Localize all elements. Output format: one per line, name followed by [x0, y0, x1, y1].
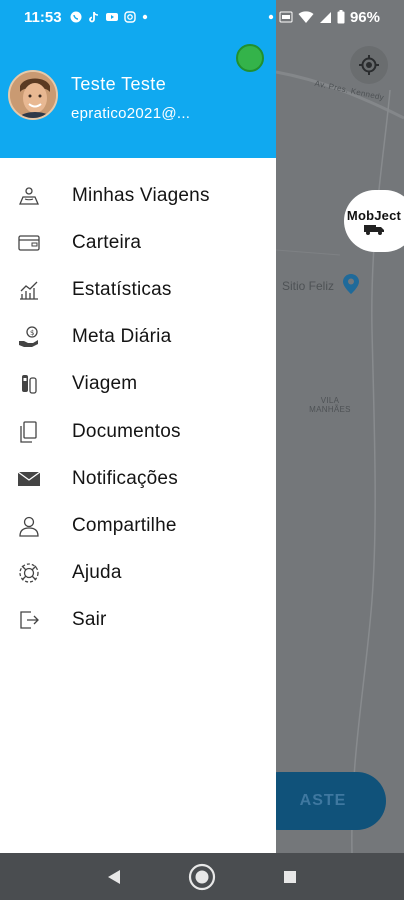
- locate-button[interactable]: [350, 46, 388, 84]
- menu-item-label: Estatísticas: [72, 278, 172, 300]
- stats-chart-icon: [16, 277, 42, 303]
- wallet-icon: [16, 230, 42, 256]
- battery-icon: [337, 10, 345, 24]
- menu-item-label: Sair: [72, 609, 107, 631]
- home-button[interactable]: [187, 862, 217, 892]
- help-icon: [16, 560, 42, 586]
- dot-icon: [142, 14, 147, 20]
- tiktok-icon: [88, 11, 98, 23]
- menu-item-label: Compartilhe: [72, 514, 177, 536]
- menu-item-documentos[interactable]: Documentos: [0, 408, 276, 455]
- menu-item-meta-diaria[interactable]: $ Meta Diária: [0, 314, 276, 361]
- truck-icon: [364, 224, 384, 235]
- menu-item-viagem[interactable]: Viagem: [0, 361, 276, 408]
- menu-item-carteira[interactable]: Carteira: [0, 219, 276, 266]
- menu-item-compartilhe[interactable]: Compartilhe: [0, 502, 276, 549]
- vehicles-icon: [16, 371, 42, 397]
- menu-item-notificacoes[interactable]: Notificações: [0, 455, 276, 502]
- navigation-drawer: Teste Teste epratico2021@... Minhas Viag…: [0, 0, 276, 853]
- menu-item-label: Ajuda: [72, 562, 122, 584]
- recents-square-icon: [284, 870, 296, 883]
- volte-icon: [279, 11, 293, 23]
- user-email: epratico2021@...: [71, 105, 191, 122]
- menu-item-sair[interactable]: Sair: [0, 597, 276, 644]
- signal-icon: [319, 11, 331, 23]
- notification-icons: [70, 11, 148, 23]
- dot-icon: [268, 14, 274, 20]
- map-area-label: VILA MANHÃES: [309, 396, 351, 414]
- start-button-label: ASTE: [299, 792, 347, 809]
- map-pin-user-icon: [16, 183, 42, 209]
- instagram-icon: [123, 11, 136, 23]
- back-triangle-icon: [108, 869, 120, 884]
- mobject-badge-text: MobJect: [346, 207, 402, 223]
- online-status-indicator[interactable]: [236, 44, 264, 72]
- mobject-badge[interactable]: MobJect: [344, 190, 404, 252]
- drawer-menu: Minhas Viagens Carteira Estatísticas $ M…: [0, 158, 276, 644]
- status-bar: 11:53: [0, 0, 276, 34]
- map-place-pin-icon: [343, 274, 359, 299]
- youtube-icon: [105, 13, 118, 21]
- person-icon: [16, 513, 42, 539]
- back-button[interactable]: [99, 862, 129, 892]
- whatsapp-icon: [70, 11, 82, 23]
- battery-percent: 96%: [349, 8, 380, 26]
- menu-item-label: Carteira: [72, 231, 142, 253]
- money-hand-icon: $: [16, 324, 42, 350]
- status-right: 96%: [268, 0, 380, 34]
- map-place-label: Sitio Feliz: [282, 279, 335, 293]
- status-time: 11:53: [24, 8, 62, 26]
- menu-item-minhas-viagens[interactable]: Minhas Viagens: [0, 172, 276, 219]
- avatar[interactable]: [8, 70, 58, 120]
- menu-item-estatisticas[interactable]: Estatísticas: [0, 266, 276, 313]
- menu-item-label: Minhas Viagens: [72, 184, 210, 206]
- recents-button[interactable]: [275, 862, 305, 892]
- user-name: Teste Teste: [71, 74, 167, 94]
- crosshair-icon: [359, 55, 379, 75]
- menu-item-label: Viagem: [72, 373, 138, 395]
- system-nav-bar: [0, 853, 404, 900]
- home-circle-icon: [188, 863, 216, 890]
- svg-text:$: $: [30, 329, 34, 337]
- user-photo: [10, 72, 56, 118]
- envelope-icon: [16, 466, 42, 492]
- logout-icon: [16, 607, 42, 633]
- menu-item-label: Documentos: [72, 420, 181, 442]
- menu-item-label: Meta Diária: [72, 326, 172, 348]
- documents-icon: [16, 419, 42, 445]
- menu-item-label: Notificações: [72, 467, 178, 489]
- menu-item-ajuda[interactable]: Ajuda: [0, 550, 276, 597]
- wifi-icon: [298, 10, 314, 23]
